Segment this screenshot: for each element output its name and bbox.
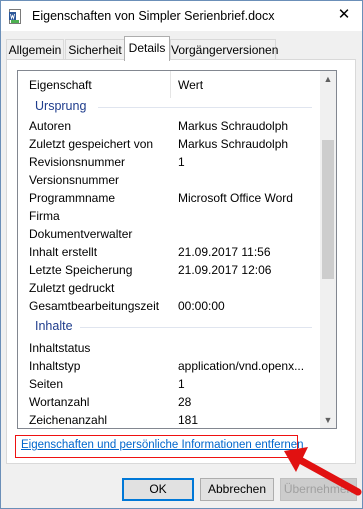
list-item[interactable]: Firma: [18, 207, 320, 225]
window-title: Eigenschaften von Simpler Serienbrief.do…: [32, 9, 275, 23]
remove-properties-link[interactable]: Eigenschaften und persönliche Informatio…: [21, 439, 304, 451]
list-item[interactable]: Zuletzt gespeichert von Markus Schraudol…: [18, 135, 320, 153]
property-value: 1: [178, 377, 185, 391]
property-value: 28: [178, 395, 192, 409]
list-item[interactable]: Versionsnummer: [18, 171, 320, 189]
list-item[interactable]: Wortanzahl 28: [18, 393, 320, 411]
list-item[interactable]: Inhaltstyp application/vnd.openx...: [18, 357, 320, 375]
column-header-value[interactable]: Wert: [178, 78, 203, 92]
property-name: Wortanzahl: [29, 395, 90, 409]
property-name: Firma: [29, 209, 60, 223]
property-value: 1: [178, 155, 185, 169]
tab-allgemein[interactable]: Allgemein: [6, 39, 64, 60]
property-name: Inhaltstatus: [29, 341, 91, 355]
property-name: Inhaltstyp: [29, 359, 81, 373]
scrollbar-thumb[interactable]: [322, 140, 334, 279]
close-icon[interactable]: ✕: [331, 3, 357, 27]
list-item[interactable]: Zeichenanzahl 181: [18, 411, 320, 428]
scroll-up-icon[interactable]: ▲: [320, 71, 336, 87]
property-value: 00:00:00: [178, 299, 225, 313]
property-name: Letzte Speicherung: [29, 263, 133, 277]
property-name: Seiten: [29, 377, 64, 391]
property-name: Zuletzt gespeichert von: [29, 137, 154, 151]
tab-vorgaengerversionen[interactable]: Vorgängerversionen: [170, 39, 278, 60]
property-list[interactable]: Eigenschaft Wert Ursprung Autoren Markus…: [17, 70, 337, 429]
group-divider: [98, 107, 312, 108]
group-ursprung: Ursprung: [18, 98, 320, 116]
list-header: Eigenschaft Wert: [18, 71, 320, 98]
ok-button[interactable]: OK: [122, 478, 194, 501]
group-label: Inhalte: [35, 319, 73, 333]
list-item[interactable]: Zuletzt gedruckt: [18, 279, 320, 297]
list-item[interactable]: Dokumentverwalter: [18, 225, 320, 243]
tab-sicherheit[interactable]: Sicherheit: [65, 39, 125, 60]
property-value: Microsoft Office Word: [178, 191, 293, 205]
list-item[interactable]: Gesamtbearbeitungszeit 00:00:00: [18, 297, 320, 315]
property-name: Zuletzt gedruckt: [29, 281, 115, 295]
property-name: Dokumentverwalter: [29, 227, 133, 241]
property-value: 181: [178, 413, 199, 427]
column-header-property[interactable]: Eigenschaft: [29, 78, 92, 92]
property-name: Zeichenanzahl: [29, 413, 108, 427]
property-value: Markus Schraudolph: [178, 119, 289, 133]
property-value: 21.09.2017 12:06: [178, 263, 272, 277]
list-item[interactable]: Inhaltstatus: [18, 339, 320, 357]
list-item[interactable]: Autoren Markus Schraudolph: [18, 117, 320, 135]
property-name: Inhalt erstellt: [29, 245, 98, 259]
list-item[interactable]: Programmname Microsoft Office Word: [18, 189, 320, 207]
list-item[interactable]: Revisionsnummer 1: [18, 153, 320, 171]
property-value: Markus Schraudolph: [178, 137, 289, 151]
property-value: application/vnd.openx...: [178, 359, 305, 373]
title-bar: Eigenschaften von Simpler Serienbrief.do…: [1, 1, 362, 31]
property-value: 21.09.2017 11:56: [178, 245, 271, 259]
annotation-arrow-icon: [284, 447, 362, 496]
vertical-scrollbar[interactable]: ▲ ▼: [320, 71, 336, 428]
property-name: Revisionsnummer: [29, 155, 126, 169]
list-item[interactable]: Inhalt erstellt 21.09.2017 11:56: [18, 243, 320, 261]
property-name: Versionsnummer: [29, 173, 120, 187]
group-divider: [80, 327, 312, 328]
word-document-icon: [9, 9, 21, 24]
tab-details[interactable]: Details: [124, 36, 170, 61]
property-name: Programmname: [29, 191, 116, 205]
property-name: Autoren: [29, 119, 72, 133]
scroll-down-icon[interactable]: ▼: [320, 412, 336, 428]
list-item[interactable]: Seiten 1: [18, 375, 320, 393]
list-item[interactable]: Letzte Speicherung 21.09.2017 12:06: [18, 261, 320, 279]
property-name: Gesamtbearbeitungszeit: [29, 299, 160, 313]
column-divider[interactable]: [170, 71, 171, 98]
group-inhalte: Inhalte: [18, 318, 320, 336]
cancel-button[interactable]: Abbrechen: [200, 478, 274, 501]
highlight-frame: Eigenschaften und persönliche Informatio…: [15, 435, 304, 458]
group-label: Ursprung: [35, 99, 87, 113]
